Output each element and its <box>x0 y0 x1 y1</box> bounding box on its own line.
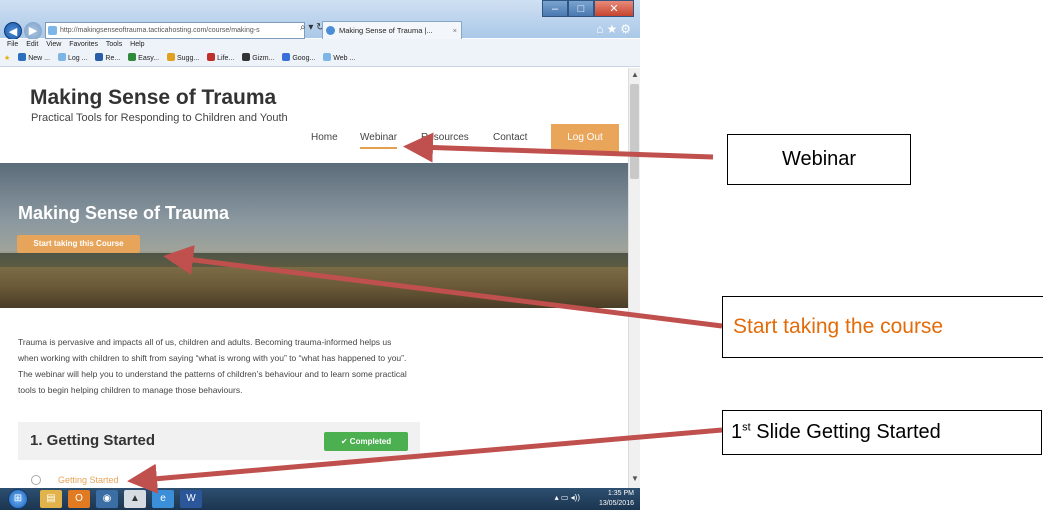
tab-close-icon[interactable]: × <box>453 22 457 39</box>
menu-tools[interactable]: Tools <box>106 41 122 48</box>
favorites-item[interactable]: Web ... <box>323 53 355 62</box>
start-button[interactable]: ⊞ <box>8 489 28 509</box>
callout-slide-text: 1st Slide Getting Started <box>731 421 941 443</box>
internet-explorer-icon[interactable]: e <box>152 490 174 508</box>
bookmark-icon <box>128 53 137 61</box>
hero-treeline <box>0 253 628 267</box>
favorites-item[interactable]: Re... <box>95 53 120 62</box>
vertical-scrollbar[interactable]: ▲ ▼ <box>628 68 640 488</box>
menu-favorites[interactable]: Favorites <box>69 41 98 48</box>
section-header[interactable]: 1. Getting Started ✔ Completed <box>18 422 420 460</box>
bookmark-icon <box>95 53 104 61</box>
site-title[interactable]: Making Sense of Trauma <box>30 86 276 110</box>
tab-title: Making Sense of Trauma |... <box>339 26 433 35</box>
hero-banner: Making Sense of Trauma Start taking this… <box>0 163 628 308</box>
media-player-icon[interactable]: ◉ <box>96 490 118 508</box>
menu-bar: File Edit View Favorites Tools Help <box>0 39 640 51</box>
search-refresh-icons[interactable]: ⌕ ▾ ↻ <box>300 22 325 33</box>
favorites-item[interactable]: Gizm... <box>242 53 274 62</box>
bookmark-icon <box>57 53 66 61</box>
nav-webinar[interactable]: Webinar <box>360 132 398 149</box>
start-course-button[interactable]: Start taking this Course <box>17 235 140 253</box>
clock[interactable]: 1:35 PM 13/05/2016 <box>599 488 634 509</box>
window-controls: – □ ✕ <box>542 0 634 17</box>
clock-date: 13/05/2016 <box>598 500 634 507</box>
back-button[interactable]: ◀ <box>4 22 22 40</box>
bookmark-icon <box>167 53 175 61</box>
site-tagline: Practical Tools for Responding to Childr… <box>31 112 288 124</box>
callout-start-text: Start taking the course <box>733 315 944 338</box>
taskbar: ⊞ ▤ O ◉ ▲ e W ▴ ▭ ◂)) 1:35 PM 13/05/2016 <box>0 488 640 510</box>
section-title: 1. Getting Started <box>30 432 156 449</box>
favorites-bar: ★ New ... Log ... Re... Easy... Sugg... … <box>0 51 640 67</box>
scroll-thumb[interactable] <box>630 84 639 179</box>
site-favicon-icon <box>48 26 57 35</box>
forward-button[interactable]: ▶ <box>24 22 42 40</box>
favorites-item[interactable]: Sugg... <box>167 53 199 62</box>
bookmark-icon <box>18 53 27 61</box>
callout-first-slide: 1st Slide Getting Started <box>722 410 1042 455</box>
completed-badge: ✔ Completed <box>324 432 408 451</box>
hero-title: Making Sense of Trauma <box>18 203 230 223</box>
bookmark-icon <box>323 53 332 61</box>
browser-tab[interactable]: Making Sense of Trauma |... × <box>322 21 462 39</box>
menu-file[interactable]: File <box>7 41 18 48</box>
lesson-link[interactable]: Getting Started <box>58 475 119 485</box>
tray-icons[interactable]: ▴ ▭ ◂)) <box>555 493 580 502</box>
bookmark-icon <box>207 53 216 61</box>
browser-window: – □ ✕ ◀ ▶ http://makingsenseoftrauma.tac… <box>0 0 640 510</box>
close-button[interactable]: ✕ <box>594 0 634 17</box>
outlook-icon[interactable]: O <box>68 490 90 508</box>
bookmark-icon <box>242 53 251 61</box>
logout-button[interactable]: Log Out <box>551 124 619 152</box>
favorites-item[interactable]: Life... <box>207 53 234 62</box>
favorites-item[interactable]: Easy... <box>128 53 159 62</box>
web-page: Making Sense of Trauma Practical Tools f… <box>0 68 628 488</box>
scroll-up-icon[interactable]: ▲ <box>629 70 640 82</box>
lesson-status-icon <box>31 475 41 485</box>
favorites-item[interactable]: Goog... <box>282 53 315 62</box>
address-bar[interactable]: http://makingsenseoftrauma.tacticahostin… <box>45 22 305 39</box>
favorites-item[interactable]: Log ... <box>57 53 87 62</box>
menu-view[interactable]: View <box>46 41 61 48</box>
clock-time: 1:35 PM <box>607 490 634 497</box>
callout-webinar: Webinar <box>727 134 911 185</box>
image-app-icon[interactable]: ▲ <box>124 490 146 508</box>
favorites-star-icon[interactable]: ★ <box>4 55 10 62</box>
maximize-button[interactable]: □ <box>568 0 594 17</box>
nav-contact[interactable]: Contact <box>493 132 527 143</box>
menu-edit[interactable]: Edit <box>26 41 38 48</box>
home-star-gear-icons[interactable]: ⌂★⚙ <box>596 22 634 36</box>
favorites-item[interactable]: New ... <box>18 53 50 62</box>
nav-home[interactable]: Home <box>311 132 338 143</box>
tab-favicon-icon <box>326 26 335 35</box>
bookmark-icon <box>282 53 291 61</box>
menu-help[interactable]: Help <box>130 41 144 48</box>
callout-start-course: Start taking the course <box>722 296 1043 358</box>
title-bar: – □ ✕ ◀ ▶ http://makingsenseoftrauma.tac… <box>0 0 640 40</box>
callout-webinar-text: Webinar <box>781 148 857 170</box>
explorer-icon[interactable]: ▤ <box>40 490 62 508</box>
scroll-down-icon[interactable]: ▼ <box>629 474 640 486</box>
minimize-button[interactable]: – <box>542 0 568 17</box>
intro-text: Trauma is pervasive and impacts all of u… <box>18 337 407 395</box>
address-text: http://makingsenseoftrauma.tacticahostin… <box>60 27 260 34</box>
nav-resources[interactable]: Resources <box>421 132 469 143</box>
word-icon[interactable]: W <box>180 490 202 508</box>
